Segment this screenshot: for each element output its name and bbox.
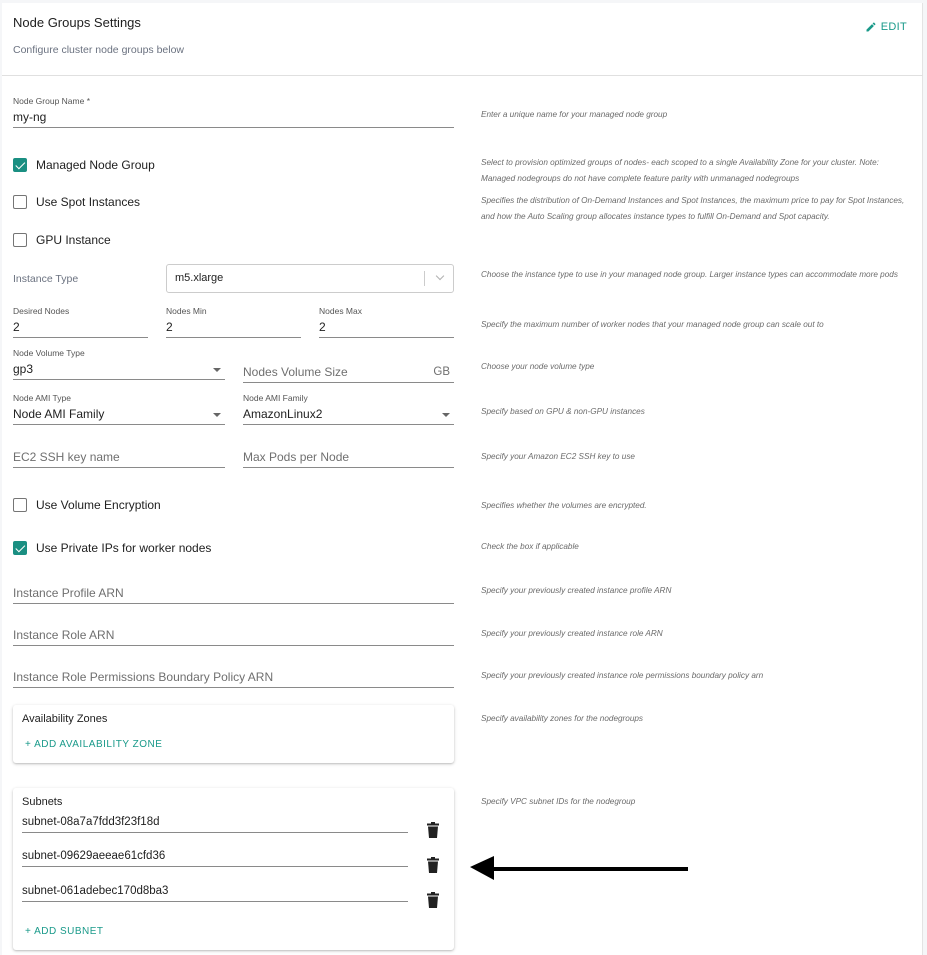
node-group-name-hint: Enter a unique name for your managed nod… <box>481 110 668 119</box>
use-spot-instances-checkbox[interactable]: Use Spot Instances <box>13 195 140 209</box>
subnet-input[interactable]: subnet-09629aeeae61cfd36 <box>22 847 408 867</box>
ec2-ssh-key-name-placeholder: EC2 SSH key name <box>13 450 120 464</box>
instance-type-hint: Choose the instance type to use in your … <box>481 270 898 279</box>
node-ami-family-label: Node AMI Family <box>243 393 308 403</box>
instance-role-permissions-boundary-input[interactable]: Instance Role Permissions Boundary Polic… <box>13 668 454 688</box>
dropdown-arrow-icon <box>213 368 221 372</box>
node-ami-type-hint: Specify based on GPU & non-GPU instances <box>481 407 645 416</box>
nodes-volume-size-unit: GB <box>433 366 450 378</box>
use-volume-encryption-hint: Specifies whether the volumes are encryp… <box>481 501 647 510</box>
checkbox-checked-icon <box>13 158 27 172</box>
instance-role-permissions-boundary-placeholder: Instance Role Permissions Boundary Polic… <box>13 670 274 684</box>
trash-icon[interactable] <box>427 857 439 873</box>
page-subtitle: Configure cluster node groups below <box>13 44 185 56</box>
dropdown-arrow-icon <box>213 413 221 417</box>
checkbox-unchecked-icon <box>13 498 27 512</box>
availability-zones-panel: Availability Zones + ADD AVAILABILITY ZO… <box>13 705 454 763</box>
subnet-input[interactable]: subnet-061adebec170d8ba3 <box>22 882 408 902</box>
max-pods-per-node-placeholder: Max Pods per Node <box>243 450 350 464</box>
use-spot-instances-label: Use Spot Instances <box>36 195 141 209</box>
ec2-ssh-key-hint: Specify your Amazon EC2 SSH key to use <box>481 452 635 461</box>
node-ami-type-select[interactable]: Node AMI Family <box>13 405 225 425</box>
nodes-min-label: Nodes Min <box>166 306 207 316</box>
subnet-value: subnet-061adebec170d8ba3 <box>22 885 169 897</box>
subnets-hint: Specify VPC subnet IDs for the nodegroup <box>481 797 636 806</box>
subnet-value: subnet-08a7a7fdd3f23f18d <box>22 816 160 828</box>
nodes-min-input[interactable]: 2 <box>166 318 301 338</box>
instance-type-select[interactable]: m5.xlarge <box>166 264 454 293</box>
max-pods-per-node-input[interactable]: Max Pods per Node <box>243 448 454 468</box>
managed-node-group-checkbox[interactable]: Managed Node Group <box>13 158 155 172</box>
instance-role-arn-hint: Specify your previously created instance… <box>481 629 663 638</box>
node-group-name-value: my-ng <box>13 110 47 124</box>
availability-zones-title: Availability Zones <box>22 713 108 725</box>
use-volume-encryption-label: Use Volume Encryption <box>36 498 161 512</box>
desired-nodes-input[interactable]: 2 <box>13 318 148 338</box>
nodes-max-input[interactable]: 2 <box>319 318 454 338</box>
instance-profile-arn-placeholder: Instance Profile ARN <box>13 586 124 600</box>
nodes-volume-size-input[interactable]: Nodes Volume Size GB <box>243 363 454 383</box>
node-ami-family-select[interactable]: AmazonLinux2 <box>243 405 454 425</box>
instance-role-permissions-boundary-hint: Specify your previously created instance… <box>481 671 764 680</box>
nodes-volume-size-placeholder: Nodes Volume Size <box>243 365 348 379</box>
page-title: Node Groups Settings <box>13 15 141 30</box>
checkbox-checked-icon <box>13 541 27 555</box>
instance-type-value: m5.xlarge <box>175 272 224 284</box>
node-ami-type-label: Node AMI Type <box>13 393 71 403</box>
desired-nodes-label: Desired Nodes <box>13 306 70 316</box>
ec2-ssh-key-name-input[interactable]: EC2 SSH key name <box>13 448 225 468</box>
pencil-icon <box>866 22 876 32</box>
add-availability-zone-button[interactable]: + ADD AVAILABILITY ZONE <box>25 739 162 750</box>
nodes-max-value: 2 <box>319 320 326 334</box>
instance-profile-arn-hint: Specify your previously created instance… <box>481 586 672 595</box>
use-volume-encryption-checkbox[interactable]: Use Volume Encryption <box>13 498 161 512</box>
card-header: Node Groups Settings Configure cluster n… <box>2 3 923 76</box>
instance-type-label: Instance Type <box>13 273 79 285</box>
gpu-instance-label: GPU Instance <box>36 233 111 247</box>
edit-label: EDIT <box>880 21 907 33</box>
add-subnet-button[interactable]: + ADD SUBNET <box>25 926 104 937</box>
managed-node-group-label: Managed Node Group <box>36 158 155 172</box>
instance-role-arn-input[interactable]: Instance Role ARN <box>13 626 454 646</box>
desired-nodes-value: 2 <box>13 320 20 334</box>
nodes-max-hint: Specify the maximum number of worker nod… <box>481 320 824 329</box>
subnet-value: subnet-09629aeeae61cfd36 <box>22 850 166 862</box>
node-group-name-label: Node Group Name * <box>13 96 91 106</box>
use-spot-instances-hint: Specifies the distribution of On-Demand … <box>481 196 905 221</box>
instance-role-arn-placeholder: Instance Role ARN <box>13 628 115 642</box>
availability-zones-hint: Specify availability zones for the nodeg… <box>481 714 644 723</box>
checkbox-unchecked-icon <box>13 195 27 209</box>
chevron-down-icon <box>435 271 445 281</box>
node-volume-type-label: Node Volume Type <box>13 348 85 358</box>
trash-icon[interactable] <box>427 892 439 908</box>
node-group-name-input[interactable]: my-ng <box>13 108 454 128</box>
gpu-instance-checkbox[interactable]: GPU Instance <box>13 233 111 247</box>
select-separator <box>424 271 425 286</box>
node-volume-type-select[interactable]: gp3 <box>13 360 225 380</box>
dropdown-arrow-icon <box>442 413 450 417</box>
use-private-ips-label: Use Private IPs for worker nodes <box>36 541 212 555</box>
nodes-max-label: Nodes Max <box>319 306 362 316</box>
use-private-ips-hint: Check the box if applicable <box>481 542 579 551</box>
node-volume-type-hint: Choose your node volume type <box>481 362 595 371</box>
checkbox-unchecked-icon <box>13 233 27 247</box>
edit-button[interactable]: EDIT <box>865 21 907 33</box>
node-ami-family-value: AmazonLinux2 <box>243 407 323 421</box>
subnet-input[interactable]: subnet-08a7a7fdd3f23f18d <box>22 813 408 833</box>
subnets-panel: Subnets subnet-08a7a7fdd3f23f18d subnet-… <box>13 788 454 950</box>
instance-profile-arn-input[interactable]: Instance Profile ARN <box>13 584 454 604</box>
trash-icon[interactable] <box>427 822 439 838</box>
node-volume-type-value: gp3 <box>13 362 34 376</box>
use-private-ips-checkbox[interactable]: Use Private IPs for worker nodes <box>13 541 211 555</box>
annotation-arrow-icon <box>470 856 688 880</box>
node-ami-type-value: Node AMI Family <box>13 407 105 421</box>
subnets-title: Subnets <box>22 796 63 808</box>
nodes-min-value: 2 <box>166 320 173 334</box>
node-groups-settings-card: Node Groups Settings Configure cluster n… <box>2 3 923 955</box>
managed-node-group-hint: Select to provision optimized groups of … <box>481 158 879 183</box>
